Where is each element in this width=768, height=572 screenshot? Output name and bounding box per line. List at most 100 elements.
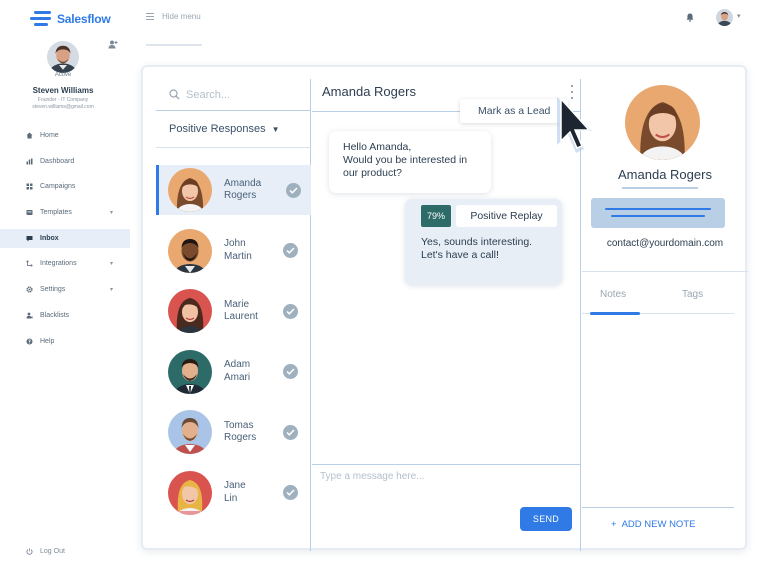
list-item[interactable]: John Martin bbox=[156, 226, 311, 276]
avatar-amanda bbox=[168, 168, 212, 212]
inbox-card: Search... Positive Responses ▼ Amanda Ro… bbox=[141, 65, 748, 551]
sidebar-item-label: Settings bbox=[40, 286, 66, 294]
list-item[interactable]: Amanda Rogers bbox=[156, 165, 311, 215]
power-icon bbox=[26, 548, 33, 555]
sidebar-item-integrations[interactable]: Integrations ▾ bbox=[0, 254, 130, 273]
check-icon bbox=[283, 424, 298, 440]
sidebar-item-help[interactable]: ? Help bbox=[0, 332, 130, 351]
contact-name: John Martin bbox=[224, 238, 252, 262]
header-divider bbox=[146, 44, 202, 46]
contact-name: Tomas Rogers bbox=[224, 419, 257, 444]
sidebar-item-templates[interactable]: Templates ▾ bbox=[0, 203, 130, 222]
send-button[interactable]: SEND bbox=[520, 507, 572, 531]
sentiment-tag[interactable]: Positive Replay bbox=[456, 205, 557, 227]
message-input[interactable]: Type a message here... bbox=[320, 471, 425, 482]
mouse-cursor-icon bbox=[557, 97, 592, 153]
user-name: Steven Williams bbox=[32, 86, 94, 95]
incoming-message: Hello Amanda, Would you be interested in… bbox=[329, 131, 491, 193]
logout-button[interactable]: Log Out bbox=[26, 548, 65, 555]
user-status: Active bbox=[54, 72, 72, 78]
sidebar-item-label: Blacklists bbox=[40, 311, 70, 319]
contact-profile-panel: Amanda Rogers contact@yourdomain.com Not… bbox=[582, 79, 748, 551]
hide-menu-label: Hide menu bbox=[162, 12, 201, 21]
response-filter-dropdown[interactable]: Positive Responses ▼ bbox=[156, 113, 311, 145]
score-badge: 79% bbox=[421, 205, 451, 227]
contact-list: Amanda Rogers John Martin Marie Laurent … bbox=[156, 165, 311, 528]
avatar-adam bbox=[168, 349, 212, 394]
tab-tags[interactable]: Tags bbox=[682, 289, 703, 300]
contact-list-panel: Search... Positive Responses ▼ Amanda Ro… bbox=[156, 79, 311, 551]
chevron-down-icon: ▾ bbox=[110, 287, 114, 294]
search-icon bbox=[169, 89, 180, 100]
contact-name: Adam Amari bbox=[224, 359, 251, 383]
user-email: steven.williams@gmail.com bbox=[32, 104, 94, 110]
divider bbox=[156, 147, 311, 148]
chart-icon bbox=[26, 158, 33, 165]
inbox-icon bbox=[26, 235, 33, 242]
template-icon bbox=[26, 210, 33, 216]
divider bbox=[312, 464, 581, 465]
brand-logo[interactable]: Salesflow bbox=[28, 10, 111, 28]
plus-icon: + bbox=[611, 519, 617, 530]
sidebar-item-settings[interactable]: Settings ▾ bbox=[0, 280, 130, 299]
avatar-jane bbox=[168, 470, 212, 515]
sidebar-item-inbox[interactable]: Inbox bbox=[0, 228, 130, 248]
divider bbox=[622, 187, 698, 189]
list-item[interactable]: Tomas Rogers bbox=[156, 407, 311, 457]
user-role: Founder - IT Company bbox=[37, 97, 89, 103]
sidebar-item-blacklists[interactable]: Blacklists bbox=[0, 306, 130, 325]
list-item[interactable]: Marie Laurent bbox=[156, 286, 311, 336]
list-item[interactable]: Jane Lin bbox=[156, 468, 311, 518]
list-item[interactable]: Adam Amari bbox=[156, 347, 311, 397]
salesflow-logo-icon bbox=[28, 10, 52, 28]
avatar[interactable] bbox=[47, 41, 79, 73]
divider bbox=[582, 507, 734, 508]
search-placeholder: Search... bbox=[186, 88, 231, 101]
sidebar-item-label: Templates bbox=[40, 209, 72, 217]
sidebar-item-label: Inbox bbox=[40, 234, 59, 242]
avatar bbox=[168, 289, 212, 333]
user-settings-icon[interactable] bbox=[108, 40, 118, 49]
profile-email: contact@yourdomain.com bbox=[606, 238, 724, 249]
bell-icon[interactable] bbox=[686, 13, 694, 22]
sidebar-item-home[interactable]: Home bbox=[0, 126, 130, 145]
avatar bbox=[168, 470, 212, 515]
sidebar: Active Steven Williams Founder - IT Comp… bbox=[0, 30, 130, 572]
sidebar-item-campaigns[interactable]: Campaigns bbox=[0, 177, 130, 196]
sidebar-item-dashboard[interactable]: Dashboard bbox=[0, 152, 130, 171]
avatar-amanda-large bbox=[625, 85, 700, 160]
check-icon bbox=[286, 182, 301, 198]
avatar bbox=[168, 228, 212, 273]
avatar-steven-small bbox=[716, 9, 733, 26]
divider bbox=[582, 271, 748, 272]
search-input[interactable]: Search... bbox=[156, 79, 311, 111]
check-icon bbox=[283, 364, 298, 379]
avatar bbox=[168, 349, 212, 394]
sidebar-item-label: Help bbox=[40, 337, 55, 345]
check-icon bbox=[283, 303, 298, 319]
reply-message: 79% Positive Replay Yes, sounds interest… bbox=[405, 199, 562, 285]
avatar-tomas bbox=[168, 410, 212, 454]
account-avatar[interactable] bbox=[716, 9, 733, 26]
contact-name: Marie Laurent bbox=[224, 298, 258, 323]
chevron-down-icon[interactable]: ▾ bbox=[737, 12, 741, 20]
sidebar-item-label: Dashboard bbox=[40, 157, 75, 165]
chevron-down-icon: ▾ bbox=[110, 210, 114, 217]
check-icon bbox=[283, 243, 298, 258]
hide-menu-toggle[interactable]: Hide menu bbox=[146, 12, 201, 21]
avatar-john bbox=[168, 228, 212, 273]
add-note-label: ADD NEW NOTE bbox=[621, 519, 696, 530]
add-note-button[interactable]: + ADD NEW NOTE bbox=[611, 519, 695, 530]
blacklist-icon bbox=[26, 312, 33, 319]
tab-notes[interactable]: Notes bbox=[600, 289, 626, 300]
sidebar-item-label: Integrations bbox=[40, 260, 77, 268]
redacted-info-box bbox=[591, 198, 725, 228]
sidebar-nav: Home Dashboard Campaigns Templates ▾ Inb… bbox=[0, 126, 130, 357]
filter-label: Positive Responses bbox=[169, 123, 266, 135]
check-icon bbox=[283, 485, 298, 500]
grid-icon bbox=[26, 183, 33, 190]
sidebar-item-label: Home bbox=[40, 132, 59, 139]
brand-name: Salesflow bbox=[57, 12, 111, 26]
contact-name: Amanda Rogers bbox=[224, 177, 262, 202]
home-icon bbox=[26, 132, 33, 139]
